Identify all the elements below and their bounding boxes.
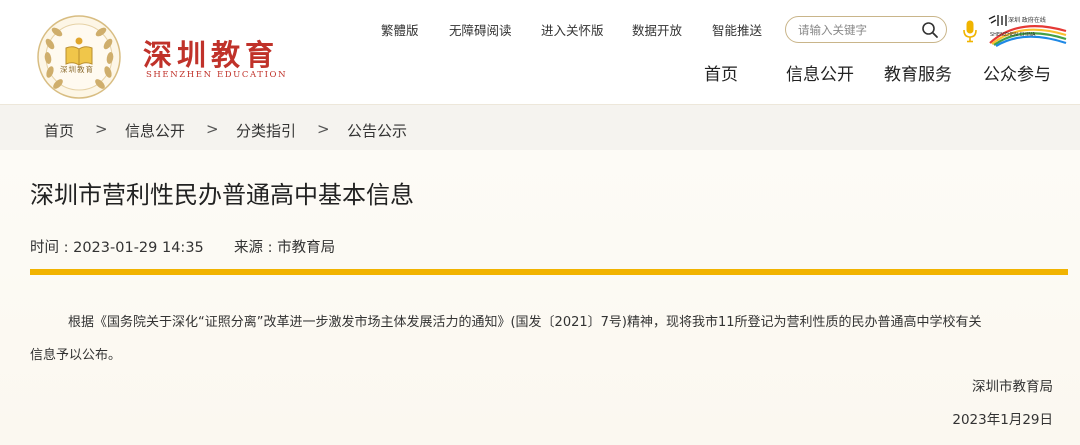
article-time: 时间 : 2023-01-29 14:35 (30, 240, 204, 256)
link-smart-push[interactable]: 智能推送 (712, 20, 762, 39)
breadcrumb-separator: > (206, 120, 219, 138)
shenzhen-logo-caption: SHENZHEN CHINA (990, 32, 1036, 38)
site-logo-subtitle: SHENZHEN EDUCATION (146, 70, 288, 80)
article-paragraph-line2: 信息予以公布。 (30, 348, 122, 363)
search-input[interactable] (798, 21, 914, 38)
breadcrumb-home[interactable]: 首页 (44, 120, 74, 141)
article-title: 深圳市营利性民办普通高中基本信息 (30, 181, 414, 209)
breadcrumb-announcements[interactable]: 公告公示 (347, 120, 407, 141)
nav-public-participation[interactable]: 公众参与 (983, 60, 1051, 85)
breadcrumb-category-guide[interactable]: 分类指引 (236, 120, 296, 141)
search-icon[interactable] (921, 21, 939, 39)
link-care-mode[interactable]: 进入关怀版 (541, 20, 604, 39)
nav-info-disclosure[interactable]: 信息公开 (786, 60, 854, 85)
emblem-caption: 深圳教育 (60, 65, 94, 74)
article-paragraph-line1: 根据《国务院关于深化“证照分离”改革进一步激发市场主体发展活力的通知》(国发〔2… (68, 315, 982, 330)
link-traditional-chinese[interactable]: 繁體版 (381, 20, 419, 39)
article-source: 来源 : 市教育局 (234, 240, 336, 256)
breadcrumb: 首页 > 信息公开 > 分类指引 > 公告公示 (0, 104, 1080, 150)
title-divider (30, 269, 1068, 275)
breadcrumb-separator: > (317, 120, 330, 138)
shenzhen-logo-text: 深圳 政府在线 (1008, 17, 1046, 24)
article-signature: 深圳市教育局 (972, 379, 1053, 395)
search-box (785, 16, 947, 43)
breadcrumb-separator: > (95, 120, 108, 138)
microphone-icon[interactable] (962, 19, 978, 43)
site-header: 深圳教育 深圳教育 SHENZHEN EDUCATION 繁體版 无障碍阅读 进… (0, 0, 1080, 104)
nav-home[interactable]: 首页 (704, 60, 738, 85)
breadcrumb-info-disclosure[interactable]: 信息公开 (125, 120, 185, 141)
nav-education-services[interactable]: 教育服务 (884, 60, 952, 85)
link-open-data[interactable]: 数据开放 (632, 20, 682, 39)
link-accessible-reading[interactable]: 无障碍阅读 (449, 20, 512, 39)
article-date: 2023年1月29日 (952, 412, 1053, 428)
